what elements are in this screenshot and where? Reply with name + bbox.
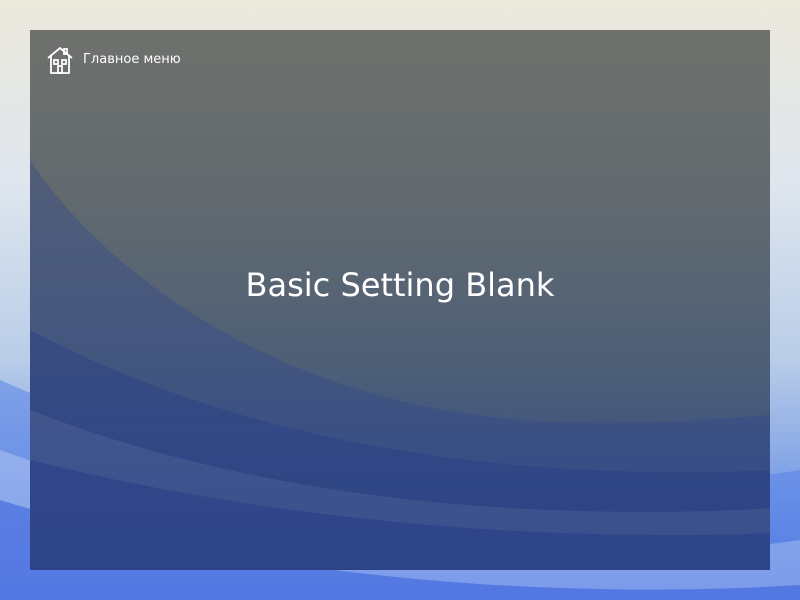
page-title: Basic Setting Blank	[245, 266, 555, 304]
home-menu-link[interactable]: Главное меню	[46, 45, 181, 75]
house-icon	[46, 45, 74, 75]
home-menu-label: Главное меню	[83, 52, 181, 67]
content-panel: Главное меню Basic Setting Blank	[30, 30, 770, 570]
